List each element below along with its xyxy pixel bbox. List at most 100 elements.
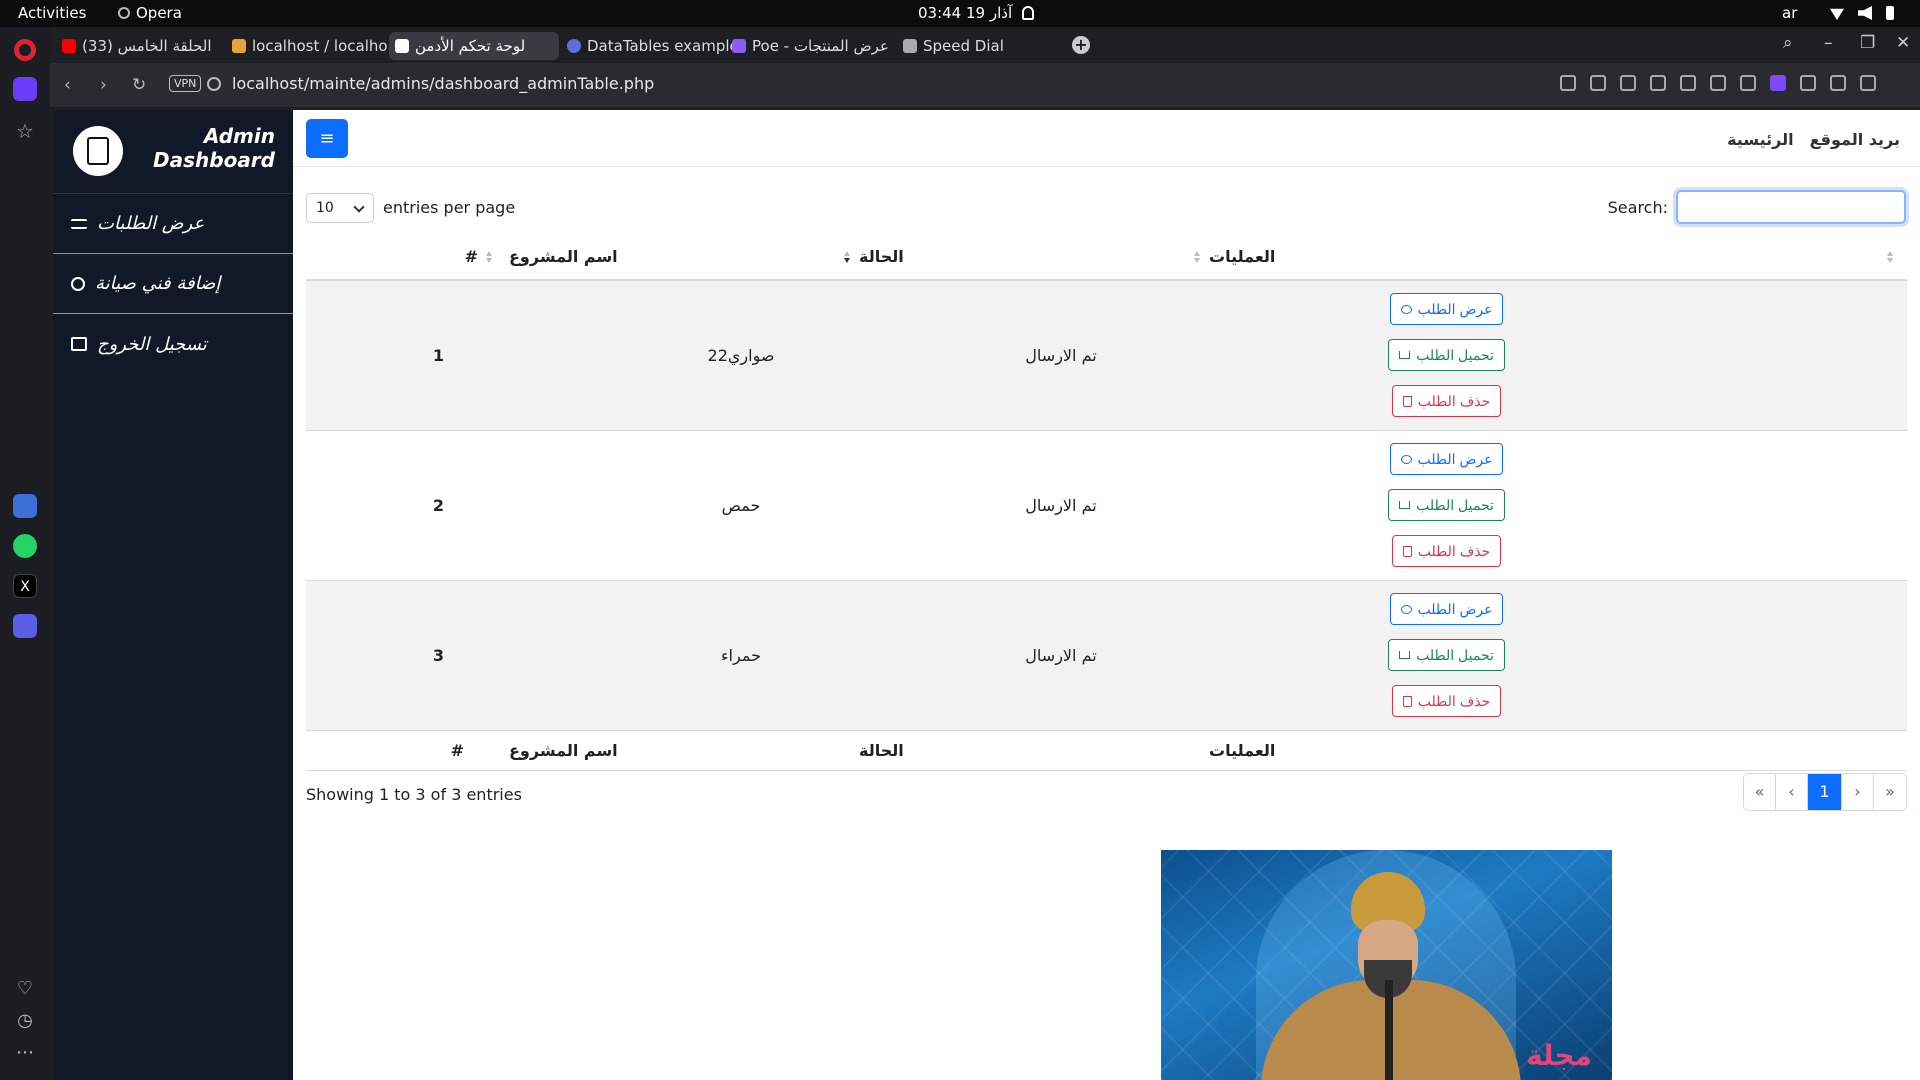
music-app-icon[interactable] — [13, 614, 37, 638]
home-icon[interactable] — [13, 77, 37, 101]
delete-request-button[interactable]: حذف الطلب — [1391, 385, 1502, 418]
delete-request-button[interactable]: حذف الطلب — [1391, 535, 1502, 567]
bell-icon — [1022, 6, 1035, 20]
cube-icon[interactable] — [1860, 75, 1876, 91]
column-header-status[interactable]: الحالة — [856, 234, 1206, 281]
user-add-icon — [71, 276, 85, 291]
activities-button[interactable]: Activities — [18, 4, 86, 22]
address-bar: ‹ › ↻ VPN localhost/mainte/admins/dashbo… — [50, 63, 1920, 107]
page-first-button[interactable]: « — [1744, 774, 1776, 810]
tab-label: Poe - عرض المنتجات — [752, 37, 889, 55]
heart-icon[interactable] — [1680, 75, 1696, 91]
globe-icon — [207, 77, 221, 91]
opera-app-icon — [118, 7, 130, 19]
tab-admin-dashboard[interactable]: لوحة تحكم الأدمن — [389, 32, 559, 60]
download-ext-icon[interactable] — [1830, 75, 1846, 91]
cell-project-name: صواري22 — [506, 280, 856, 431]
search-input[interactable] — [1676, 190, 1906, 224]
page-next-button[interactable]: › — [1842, 774, 1874, 810]
tab-poe[interactable]: Poe - عرض المنتجات — [726, 32, 896, 60]
whatsapp-icon[interactable] — [13, 534, 37, 558]
x-twitter-icon[interactable]: X — [13, 574, 37, 598]
page-prev-button[interactable]: ‹ — [1776, 774, 1808, 810]
more-icon[interactable]: ⋯ — [13, 1041, 37, 1065]
nav-home[interactable]: الرئيسية — [1727, 130, 1794, 149]
button-label: عرض الطلب — [1417, 600, 1493, 617]
footer-header-name: اسم المشروع — [506, 729, 856, 771]
sort-icon — [844, 251, 850, 263]
new-tab-button[interactable]: + — [1072, 36, 1090, 54]
footer-header-ops: العمليات — [1206, 729, 1907, 771]
cell-project-name: حمراء — [506, 580, 856, 731]
operations-stack: عرض الطلب تحميل الطلب حذف الطلب — [986, 593, 1907, 717]
close-window-icon[interactable]: ✕ — [1896, 33, 1910, 53]
column-header-name[interactable]: اسم المشروع — [506, 234, 856, 281]
history-icon[interactable]: ◷ — [13, 1009, 37, 1033]
tab-bar: (33) الحلقة الخامس localhost / localhost… — [50, 27, 1920, 63]
operations-stack: عرض الطلب تحميل الطلب حذف الطلب — [986, 293, 1907, 418]
sidebar-item-logout[interactable]: تسجيل الخروج — [53, 314, 293, 374]
minimize-icon[interactable]: – — [1824, 33, 1833, 53]
trash-icon — [1402, 695, 1412, 707]
tab-phpmyadmin[interactable]: localhost / localhost — [226, 32, 388, 60]
system-tray[interactable] — [1830, 6, 1894, 20]
view-request-button[interactable]: عرض الطلب — [1389, 443, 1504, 475]
search-tabs-icon[interactable]: ⌕ — [1783, 33, 1793, 53]
clock[interactable]: آذار 19 03:44 — [918, 4, 1035, 22]
forward-icon[interactable]: › — [100, 75, 107, 95]
profile-icon[interactable] — [1770, 75, 1786, 91]
url-field[interactable]: localhost/mainte/admins/dashboard_adminT… — [232, 74, 654, 93]
download-request-button[interactable]: تحميل الطلب — [1388, 339, 1505, 372]
reload-icon[interactable]: ↻ — [132, 75, 146, 95]
shield-icon[interactable] — [1620, 75, 1636, 91]
tab-label: لوحة تحكم الأدمن — [415, 37, 526, 55]
button-label: تحميل الطلب — [1416, 646, 1494, 663]
download-request-button[interactable]: تحميل الطلب — [1388, 639, 1505, 671]
restore-icon[interactable]: ❐ — [1860, 33, 1875, 53]
view-request-button[interactable]: عرض الطلب — [1389, 593, 1504, 625]
vpn-badge[interactable]: VPN — [169, 75, 202, 92]
camera-icon[interactable] — [1590, 75, 1606, 91]
column-header-num[interactable]: # — [306, 234, 506, 281]
extension-icon[interactable] — [1800, 75, 1816, 91]
video-watermark: مجلة — [1526, 1039, 1592, 1072]
star-icon[interactable]: ☆ — [13, 119, 37, 143]
button-label: حذف الطلب — [1417, 542, 1491, 559]
wifi-icon — [1830, 8, 1844, 20]
view-request-button[interactable]: عرض الطلب — [1389, 293, 1504, 326]
download-request-button[interactable]: تحميل الطلب — [1388, 489, 1505, 521]
page-header: ≡ بريد الموقع الرئيسية — [293, 110, 1920, 167]
delete-request-button[interactable]: حذف الطلب — [1391, 685, 1502, 717]
heart-icon[interactable]: ♡ — [13, 977, 37, 1001]
poe-icon — [732, 39, 746, 53]
play-icon[interactable] — [1650, 75, 1666, 91]
sidebar-toggle-button[interactable]: ≡ — [306, 119, 348, 158]
sidebar-item-add-technician[interactable]: إضافة فني صيانة — [53, 254, 293, 314]
column-header-label: الحالة — [859, 247, 904, 266]
page-last-button[interactable]: » — [1874, 774, 1906, 810]
tab-youtube[interactable]: (33) الحلقة الخامس — [56, 32, 234, 60]
opera-logo-icon[interactable] — [14, 39, 36, 61]
opera-sidebar: ☆ X ♡ ◷ ⋯ — [0, 27, 50, 1080]
sidebar-item-label: تسجيل الخروج — [97, 333, 207, 355]
page-current-button[interactable]: 1 — [1808, 774, 1842, 810]
column-header-ops[interactable]: العمليات — [1206, 234, 1907, 281]
button-label: تحميل الطلب — [1416, 346, 1494, 363]
site-logo — [73, 126, 123, 176]
table-row: 1 صواري22 تم الارسال عرض الطلب تحميل الط… — [306, 280, 1907, 431]
download-icon[interactable] — [1710, 75, 1726, 91]
snapshot-icon[interactable] — [1560, 75, 1576, 91]
page-length-select[interactable]: 10 — [306, 193, 374, 223]
table-row: 3 حمراء تم الارسال عرض الطلب تحميل الطلب… — [306, 580, 1907, 731]
table-header-row: # اسم المشروع الحالة العمليات — [306, 234, 1907, 281]
aria-app-icon[interactable] — [13, 494, 37, 518]
nav-site-mail[interactable]: بريد الموقع — [1810, 130, 1900, 149]
tab-speed-dial[interactable]: Speed Dial — [897, 32, 1027, 60]
sidebar-item-view-requests[interactable]: عرض الطلبات — [53, 194, 293, 254]
video-popout[interactable]: مجلة — [1161, 850, 1612, 1080]
app-menu[interactable]: Opera — [118, 4, 182, 22]
button-label: عرض الطلب — [1417, 300, 1493, 317]
input-language[interactable]: ar — [1782, 4, 1797, 22]
back-icon[interactable]: ‹ — [64, 75, 71, 95]
menu-icon[interactable] — [1740, 75, 1756, 91]
